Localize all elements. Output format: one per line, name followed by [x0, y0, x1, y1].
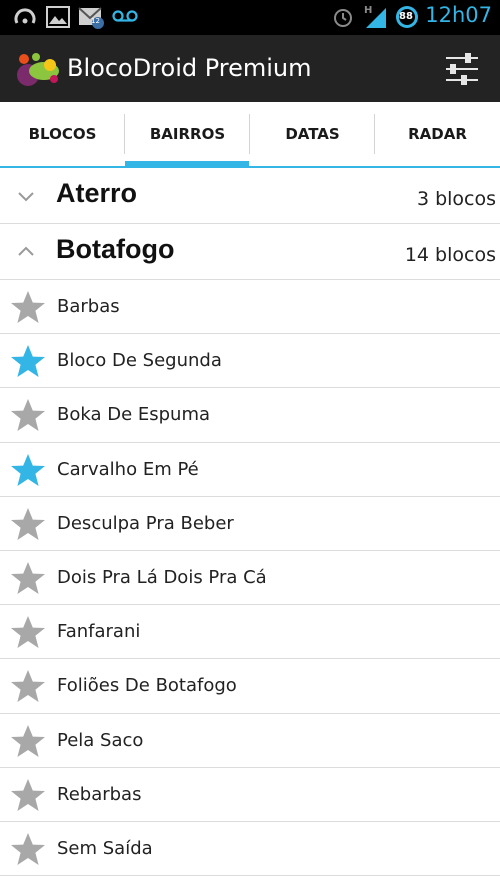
email-badge: 12: [91, 17, 100, 25]
item-name: Barbas: [57, 296, 120, 317]
status-clock: 12h07: [425, 3, 492, 27]
group-name: Aterro: [56, 178, 138, 208]
item-name: Boka De Espuma: [57, 404, 211, 426]
group-count: 3 blocos: [416, 188, 496, 210]
voicemail-icon: [112, 10, 138, 22]
star-icon[interactable]: [10, 724, 46, 758]
list-item[interactable]: Carvalho Em Pé: [0, 443, 500, 497]
tab-label: RADAR: [408, 125, 467, 143]
group-header-aterro[interactable]: Aterro 3 blocos: [0, 168, 500, 224]
tab-bar: BLOCOS BAIRROS DATAS RADAR: [0, 102, 500, 168]
tab-bairros[interactable]: BAIRROS: [125, 102, 250, 168]
list-item[interactable]: Foliões De Botafogo: [0, 659, 500, 714]
tab-label: DATAS: [285, 125, 340, 143]
list-item[interactable]: Fanfarani: [0, 605, 500, 660]
star-icon[interactable]: [10, 615, 46, 649]
item-name: Desculpa Pra Beber: [57, 512, 234, 534]
item-name: Foliões De Botafogo: [57, 675, 237, 697]
item-name: Pela Saco: [57, 729, 144, 751]
item-name: Sem Saída: [57, 837, 153, 859]
item-name: Carvalho Em Pé: [57, 458, 199, 480]
star-icon[interactable]: [10, 398, 46, 432]
group-header-botafogo[interactable]: Botafogo 14 blocos: [0, 224, 500, 280]
star-icon[interactable]: [10, 507, 46, 541]
list-item[interactable]: Bloco De Segunda: [0, 334, 500, 389]
star-icon[interactable]: [10, 778, 46, 812]
tab-label: BLOCOS: [28, 125, 97, 143]
arc-icon: [14, 8, 36, 24]
item-name: Rebarbas: [57, 783, 142, 805]
list-item[interactable]: Rebarbas: [0, 768, 500, 822]
list-item[interactable]: Desculpa Pra Beber: [0, 497, 500, 551]
item-name: Bloco De Segunda: [57, 350, 222, 372]
chevron-up-icon: [18, 246, 34, 256]
star-filled-icon[interactable]: [10, 344, 46, 378]
star-icon[interactable]: [10, 832, 46, 866]
item-name: Dois Pra Lá Dois Pra Cá: [57, 566, 267, 588]
tab-selected-indicator: [125, 161, 249, 168]
list-item[interactable]: Sem Saída: [0, 822, 500, 877]
battery-level: 88: [399, 11, 413, 22]
group-name: Botafogo: [56, 234, 175, 264]
star-icon[interactable]: [10, 290, 46, 324]
signal-icon: [366, 8, 386, 28]
tab-label: BAIRROS: [149, 125, 226, 143]
star-icon[interactable]: [10, 669, 46, 703]
alarm-icon: [334, 9, 352, 27]
item-name: Fanfarani: [57, 621, 141, 643]
tab-blocos[interactable]: BLOCOS: [0, 102, 125, 166]
gallery-icon: [46, 6, 70, 28]
tab-radar[interactable]: RADAR: [375, 102, 500, 166]
sliders-icon[interactable]: [444, 51, 480, 87]
action-bar: BlocoDroid Premium: [0, 35, 500, 102]
status-bar: 12 H 88 12h07: [0, 0, 500, 35]
list-item[interactable]: Pela Saco: [0, 714, 500, 768]
chevron-down-icon: [18, 192, 34, 202]
app-logo-icon[interactable]: [14, 45, 62, 93]
group-count: 14 blocos: [404, 244, 496, 266]
list-item[interactable]: Boka De Espuma: [0, 388, 500, 443]
star-icon[interactable]: [10, 561, 46, 595]
list-item[interactable]: Dois Pra Lá Dois Pra Cá: [0, 551, 500, 606]
bairros-list: Aterro 3 blocos Botafogo 14 blocos Barba…: [0, 168, 500, 877]
tab-datas[interactable]: DATAS: [250, 102, 375, 166]
app-title: BlocoDroid Premium: [67, 54, 312, 82]
star-filled-icon[interactable]: [10, 453, 46, 487]
list-item[interactable]: Barbas: [0, 280, 500, 335]
